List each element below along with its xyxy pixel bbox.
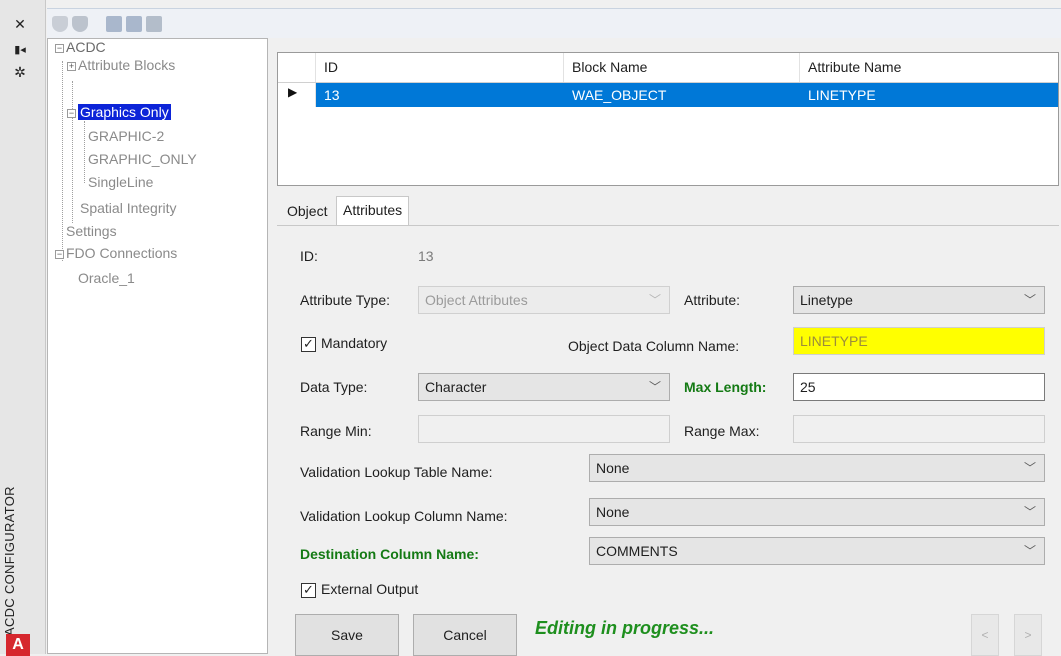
data-type-label: Data Type:	[300, 379, 368, 395]
collapse-icon[interactable]: −	[55, 43, 64, 53]
range-max-field	[793, 415, 1045, 443]
od-column-label: Object Data Column Name:	[568, 338, 740, 354]
tree-node-graphics-only[interactable]: − Graphics Only	[67, 103, 171, 122]
cell-attribute-name[interactable]: LINETYPE	[800, 83, 1058, 107]
expand-icon[interactable]: +	[67, 61, 76, 71]
grid-icon[interactable]	[106, 16, 122, 32]
id-value: 13	[418, 248, 434, 264]
data-type-select[interactable]: Character ﹀	[418, 373, 670, 401]
settings-icon[interactable]: ✲	[10, 62, 30, 82]
shield-icon[interactable]	[52, 16, 68, 32]
close-icon[interactable]: ✕	[10, 14, 30, 34]
cell-id[interactable]: 13	[316, 83, 564, 107]
next-button[interactable]: >	[1014, 614, 1042, 656]
range-min-field	[418, 415, 670, 443]
side-title-strip: ✕ ▮◂ ✲ ACDC CONFIGURATOR A	[0, 0, 46, 656]
tree-node-graphic-2[interactable]: GRAPHIC-2	[88, 127, 164, 146]
external-output-label[interactable]: External Output	[321, 581, 418, 597]
tree-node-spatial-integrity[interactable]: Spatial Integrity	[80, 199, 177, 218]
cancel-button[interactable]: Cancel	[413, 614, 517, 656]
range-min-label: Range Min:	[300, 423, 372, 439]
shield-add-icon[interactable]	[72, 16, 88, 32]
val-column-select[interactable]: None ﹀	[589, 498, 1045, 526]
collapse-icon[interactable]: −	[67, 108, 76, 118]
column-header-id[interactable]: ID	[316, 53, 564, 82]
tree-node-fdo-connections[interactable]: − FDO Connections	[55, 244, 177, 263]
id-label: ID:	[300, 248, 318, 264]
tree-node-settings[interactable]: Settings	[66, 222, 117, 241]
tree-node-acdc[interactable]: − ACDC	[55, 38, 106, 57]
mandatory-checkbox[interactable]: ✓	[301, 337, 316, 352]
grid-settings-icon[interactable]	[146, 16, 162, 32]
row-header-corner	[278, 53, 316, 82]
chevron-down-icon: ﹀	[1023, 461, 1036, 475]
val-column-label: Validation Lookup Column Name:	[300, 508, 508, 524]
table-row[interactable]: ▶ 13 WAE_OBJECT LINETYPE	[278, 83, 1058, 107]
od-column-field[interactable]: LINETYPE	[793, 327, 1045, 355]
tab-object[interactable]: Object	[281, 198, 333, 226]
current-row-arrow-icon: ▶	[288, 85, 298, 99]
chevron-down-icon: ﹀	[1023, 293, 1036, 307]
val-table-label: Validation Lookup Table Name:	[300, 464, 493, 480]
dest-column-label: Destination Column Name:	[300, 546, 479, 562]
pin-icon[interactable]: ▮◂	[10, 40, 30, 60]
attribute-type-select: Object Attributes ﹀	[418, 286, 670, 314]
external-output-checkbox[interactable]: ✓	[301, 583, 316, 598]
grid-edit-icon[interactable]	[126, 16, 142, 32]
cell-block-name[interactable]: WAE_OBJECT	[564, 83, 800, 107]
tree-node-singleline[interactable]: SingleLine	[88, 173, 153, 192]
val-table-select[interactable]: None ﹀	[589, 454, 1045, 482]
palette-title: ACDC CONFIGURATOR	[2, 486, 17, 636]
collapse-icon[interactable]: −	[55, 249, 64, 259]
chevron-down-icon: ﹀	[648, 380, 661, 394]
save-button[interactable]: Save	[295, 614, 399, 656]
config-tree[interactable]: − ACDC + Attribute Blocks − Graphics Only G…	[47, 38, 268, 654]
chevron-down-icon: ﹀	[1023, 505, 1036, 519]
tab-attributes[interactable]: Attributes	[336, 196, 410, 226]
autocad-logo-icon: A	[6, 634, 30, 656]
row-selector[interactable]: ▶	[278, 83, 316, 107]
range-max-label: Range Max:	[684, 423, 760, 439]
mandatory-label[interactable]: Mandatory	[321, 335, 387, 351]
dest-column-select[interactable]: COMMENTS ﹀	[589, 537, 1045, 565]
tree-node-attribute-blocks[interactable]: + Attribute Blocks	[67, 56, 175, 75]
column-header-block-name[interactable]: Block Name	[564, 53, 800, 82]
attribute-form: ID: 13 Attribute Type: Object Attributes…	[277, 225, 1059, 656]
tab-strip: Object Attributes	[277, 196, 1059, 226]
attribute-select[interactable]: Linetype ﹀	[793, 286, 1045, 314]
column-header-attribute-name[interactable]: Attribute Name	[800, 53, 1058, 82]
attribute-label: Attribute:	[684, 292, 741, 308]
status-message: Editing in progress...	[535, 618, 715, 638]
toolbar	[47, 8, 1061, 38]
chevron-down-icon: ﹀	[1023, 544, 1036, 558]
attribute-type-label: Attribute Type:	[300, 292, 391, 308]
tree-node-graphic-only[interactable]: GRAPHIC_ONLY	[88, 150, 197, 169]
max-length-label: Max Length:	[684, 379, 767, 395]
attributes-grid[interactable]: ID Block Name Attribute Name ▶ 13 WAE_OB…	[277, 52, 1059, 186]
chevron-down-icon: ﹀	[648, 293, 661, 307]
max-length-field[interactable]: 25	[793, 373, 1045, 401]
tree-node-oracle-1[interactable]: Oracle_1	[78, 269, 135, 288]
previous-button[interactable]: <	[971, 614, 999, 656]
